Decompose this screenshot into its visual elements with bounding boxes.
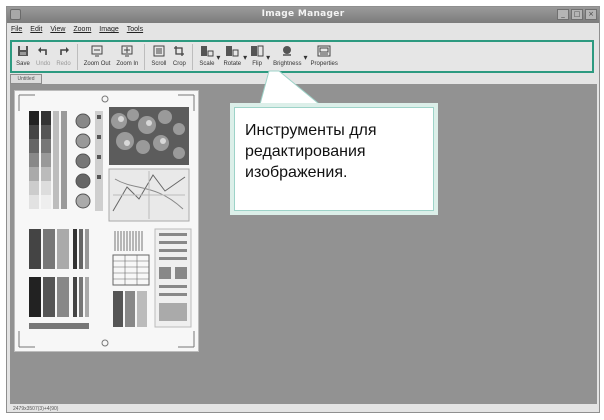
close-button[interactable]: × — [585, 9, 597, 20]
window-controls: _ □ × — [557, 9, 597, 20]
zoom-out-button[interactable]: Zoom Out — [83, 44, 111, 67]
annotation-callout: Инструменты для редактирования изображен… — [234, 107, 434, 211]
crop-button[interactable]: Crop — [172, 44, 186, 67]
save-icon — [16, 45, 30, 57]
toolbar-separator — [192, 44, 194, 70]
save-label: Save — [16, 61, 30, 67]
rotate-label: Rotate — [223, 61, 242, 67]
scroll-icon — [152, 45, 166, 57]
redo-icon — [57, 45, 71, 57]
zoom-out-label: Zoom Out — [83, 61, 111, 67]
scale-label: Scale — [199, 61, 215, 67]
menu-view[interactable]: View — [50, 24, 65, 36]
crop-label: Crop — [172, 61, 186, 67]
rotate-icon — [225, 45, 239, 57]
save-button[interactable]: Save — [16, 44, 30, 67]
redo-button[interactable]: Redo — [56, 44, 71, 67]
brightness-icon — [280, 45, 294, 57]
minimize-button[interactable]: _ — [557, 9, 569, 20]
scale-button[interactable]: Scale — [199, 44, 214, 67]
undo-label: Undo — [36, 61, 51, 67]
flip-dropdown-icon[interactable]: ▾ — [266, 53, 270, 62]
properties-button[interactable]: Properties — [311, 44, 338, 67]
menu-bar: File Edit View Zoom Image Tools — [7, 24, 599, 36]
menu-image[interactable]: Image — [99, 24, 118, 36]
redo-label: Redo — [56, 61, 71, 67]
flip-label: Flip — [252, 61, 262, 67]
toolbar-separator — [144, 44, 146, 70]
rotate-button[interactable]: Rotate — [223, 44, 241, 67]
callout-text: Инструменты для редактирования изображен… — [245, 122, 377, 181]
scale-icon — [200, 45, 214, 57]
maximize-button[interactable]: □ — [571, 9, 583, 20]
brightness-button[interactable]: Brightness — [273, 44, 302, 67]
scroll-button[interactable]: Scroll — [151, 44, 166, 67]
zoom-out-icon — [90, 45, 104, 57]
status-bar: 2479x3507(3)+4(90) — [13, 406, 59, 412]
scale-dropdown-icon[interactable]: ▾ — [216, 53, 220, 62]
undo-icon — [36, 45, 50, 57]
brightness-label: Brightness — [273, 61, 302, 67]
zoom-in-label: Zoom In — [116, 61, 139, 67]
brightness-dropdown-icon[interactable]: ▾ — [304, 53, 308, 62]
document-tab[interactable]: Untitled — [10, 74, 42, 84]
rotate-dropdown-icon[interactable]: ▾ — [243, 53, 247, 62]
toolbar-separator — [76, 44, 78, 70]
title-bar[interactable]: Image Manager _ □ × — [7, 7, 599, 23]
menu-zoom[interactable]: Zoom — [73, 24, 91, 36]
test-chart-image — [15, 91, 198, 351]
zoom-in-icon — [120, 45, 134, 57]
menu-file[interactable]: File — [11, 24, 22, 36]
flip-button[interactable]: Flip — [250, 44, 264, 67]
menu-edit[interactable]: Edit — [30, 24, 42, 36]
window-title: Image Manager — [261, 9, 345, 19]
crop-icon — [172, 45, 186, 57]
scroll-label: Scroll — [151, 61, 167, 67]
properties-label: Properties — [310, 61, 338, 67]
flip-icon — [250, 45, 264, 57]
undo-button[interactable]: Undo — [36, 44, 50, 67]
toolbar: Save Undo Redo Zoom Out Zoom In Scroll C… — [10, 40, 594, 73]
properties-icon — [317, 45, 331, 57]
zoom-in-button[interactable]: Zoom In — [116, 44, 138, 67]
menu-tools[interactable]: Tools — [127, 24, 143, 36]
scanned-page-preview — [14, 90, 199, 352]
